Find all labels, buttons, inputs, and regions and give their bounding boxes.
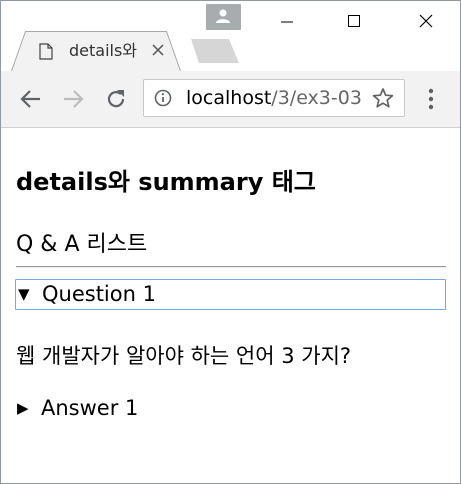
- person-icon: [216, 9, 230, 23]
- info-icon[interactable]: [154, 89, 172, 107]
- minimize-button[interactable]: [267, 7, 307, 35]
- collapsed-triangle-icon: ▶: [17, 399, 29, 417]
- details-summary-answer[interactable]: ▶ Answer 1: [17, 394, 138, 423]
- tab-strip: details와: [1, 1, 460, 71]
- profile-avatar[interactable]: [206, 4, 241, 30]
- page-icon: [39, 43, 53, 60]
- divider: [16, 266, 446, 268]
- summary-label: Answer 1: [41, 396, 139, 420]
- maximize-icon: [348, 15, 360, 27]
- window-close-button[interactable]: [406, 7, 446, 35]
- forward-button[interactable]: [60, 86, 86, 112]
- back-button[interactable]: [18, 86, 44, 112]
- reload-icon: [107, 90, 125, 108]
- tab-title: details와: [69, 41, 138, 60]
- back-arrow-icon: [20, 90, 40, 108]
- minimize-icon: [281, 21, 293, 23]
- browser-window: details와 localhost/3/ex3-03 details와 sum…: [0, 0, 461, 484]
- url-host: localhost: [186, 87, 272, 109]
- details-body-text: 웹 개발자가 알아야 하는 언어 3 가지?: [16, 344, 352, 368]
- reload-button[interactable]: [103, 86, 129, 112]
- maximize-button[interactable]: [334, 7, 374, 35]
- page-subtitle: Q & A 리스트: [16, 232, 148, 257]
- kebab-menu-icon[interactable]: [421, 87, 441, 111]
- tab-close-icon[interactable]: [152, 44, 164, 56]
- star-icon[interactable]: [372, 87, 394, 109]
- page-heading: details와 summary 태그: [16, 168, 316, 196]
- forward-arrow-icon: [64, 90, 84, 108]
- address-bar[interactable]: localhost/3/ex3-03: [143, 79, 405, 117]
- expanded-triangle-icon: ▼: [18, 285, 30, 303]
- close-icon: [419, 14, 433, 28]
- details-summary-question[interactable]: ▼ Question 1: [15, 279, 446, 310]
- url-path: /3/ex3-03: [271, 87, 362, 109]
- new-tab-button[interactable]: [191, 39, 239, 63]
- toolbar: localhost/3/ex3-03: [1, 71, 460, 128]
- page-content: details와 summary 태그 Q & A 리스트 ▼ Question …: [1, 128, 460, 483]
- summary-label: Question 1: [42, 282, 156, 306]
- url-text[interactable]: localhost/3/ex3-03: [186, 86, 362, 110]
